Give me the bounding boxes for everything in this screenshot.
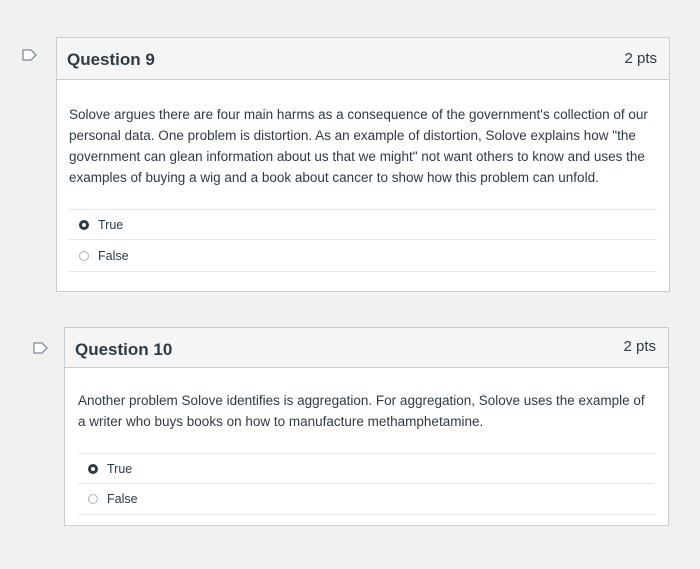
radio-selected[interactable] <box>79 219 89 230</box>
answer-false[interactable]: False <box>69 239 657 272</box>
question-text: Another problem Solove identifies is agg… <box>78 393 645 429</box>
question-text: Solove argues there are four main harms … <box>69 107 648 185</box>
question-points: 2 pts <box>624 50 657 67</box>
flag-question-icon[interactable] <box>22 49 38 61</box>
question-title: Question 9 <box>67 50 155 69</box>
answer-label: False <box>98 248 129 263</box>
question-header: Question 10 2 pts <box>65 328 668 368</box>
radio-unselected[interactable] <box>88 494 98 504</box>
answer-label: False <box>107 492 138 506</box>
radio-selected[interactable] <box>88 463 98 474</box>
answer-label: True <box>107 461 133 476</box>
question-card: Question 10 2 pts Another problem Solove… <box>64 327 669 526</box>
question-card: Question 9 2 pts Solove argues there are… <box>56 37 670 292</box>
answer-true[interactable]: True <box>78 453 654 483</box>
answer-true[interactable]: True <box>69 209 657 239</box>
flag-question-icon[interactable] <box>33 342 49 354</box>
answer-label: True <box>98 217 124 232</box>
radio-unselected[interactable] <box>79 250 89 261</box>
question-header: Question 9 2 pts <box>57 38 669 80</box>
question-points: 2 pts <box>623 338 656 355</box>
answer-false[interactable]: False <box>78 483 654 515</box>
question-title: Question 10 <box>75 340 173 359</box>
